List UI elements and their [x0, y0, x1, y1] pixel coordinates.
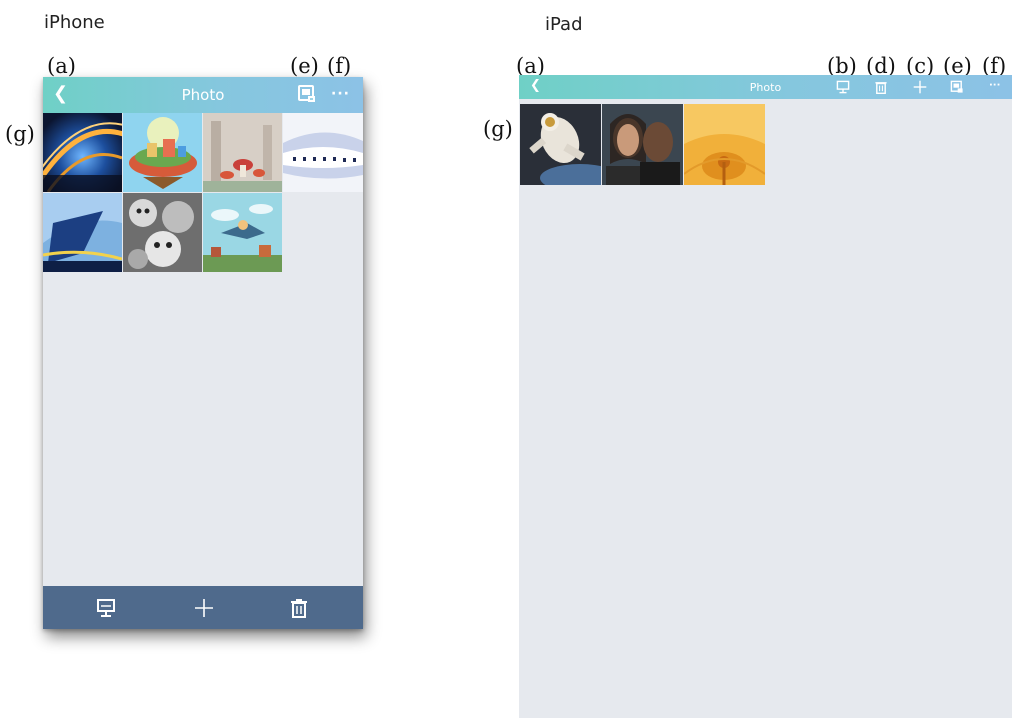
photo-thumbnail[interactable]: [684, 104, 765, 185]
callout-g-ipad: (g): [483, 117, 513, 141]
callout-a-ipad: (a): [516, 54, 545, 78]
ipad-label: iPad: [545, 14, 583, 35]
callout-e-iphone: (e): [290, 54, 319, 78]
callout-b-ipad: (b): [827, 54, 857, 78]
callout-c-ipad: (c): [906, 54, 935, 78]
navigation-bar: ❮ Photo ···: [43, 77, 363, 113]
more-icon[interactable]: ···: [989, 80, 1000, 91]
photo-thumbnail[interactable]: [123, 113, 202, 192]
photo-thumbnail[interactable]: [43, 193, 122, 272]
more-icon[interactable]: ···: [331, 86, 350, 102]
photo-thumbnail[interactable]: [602, 104, 683, 185]
callout-d-ipad: (d): [866, 54, 896, 78]
trash-icon[interactable]: [874, 80, 888, 94]
callout-f-ipad: (f): [982, 54, 1007, 78]
callout-e-ipad: (e): [943, 54, 972, 78]
iphone-screen: ❮ Photo ···: [43, 77, 363, 629]
callout-g-iphone: (g): [5, 122, 35, 146]
plus-icon[interactable]: [913, 80, 927, 94]
page-title: Photo: [749, 81, 782, 94]
trash-icon[interactable]: [289, 598, 309, 618]
photo-thumbnail[interactable]: [203, 193, 282, 272]
export-icon[interactable]: [950, 80, 964, 94]
photo-thumbnail[interactable]: [123, 193, 202, 272]
plus-icon[interactable]: [194, 598, 214, 618]
photo-thumbnail[interactable]: [283, 113, 363, 192]
callout-a-iphone: (a): [47, 54, 76, 78]
navigation-bar: ❮ Photo ···: [519, 75, 1012, 99]
ipad-screen: ❮ Photo ···: [519, 75, 1012, 718]
iphone-label: iPhone: [44, 12, 105, 33]
photo-thumbnail[interactable]: [203, 113, 282, 192]
slideshow-icon[interactable]: [96, 598, 116, 618]
photo-thumbnail[interactable]: [43, 113, 122, 192]
slideshow-icon[interactable]: [836, 80, 850, 94]
export-icon[interactable]: [297, 84, 317, 104]
bottom-toolbar: [43, 586, 363, 629]
photo-thumbnail[interactable]: [520, 104, 601, 185]
callout-f-iphone: (f): [327, 54, 352, 78]
